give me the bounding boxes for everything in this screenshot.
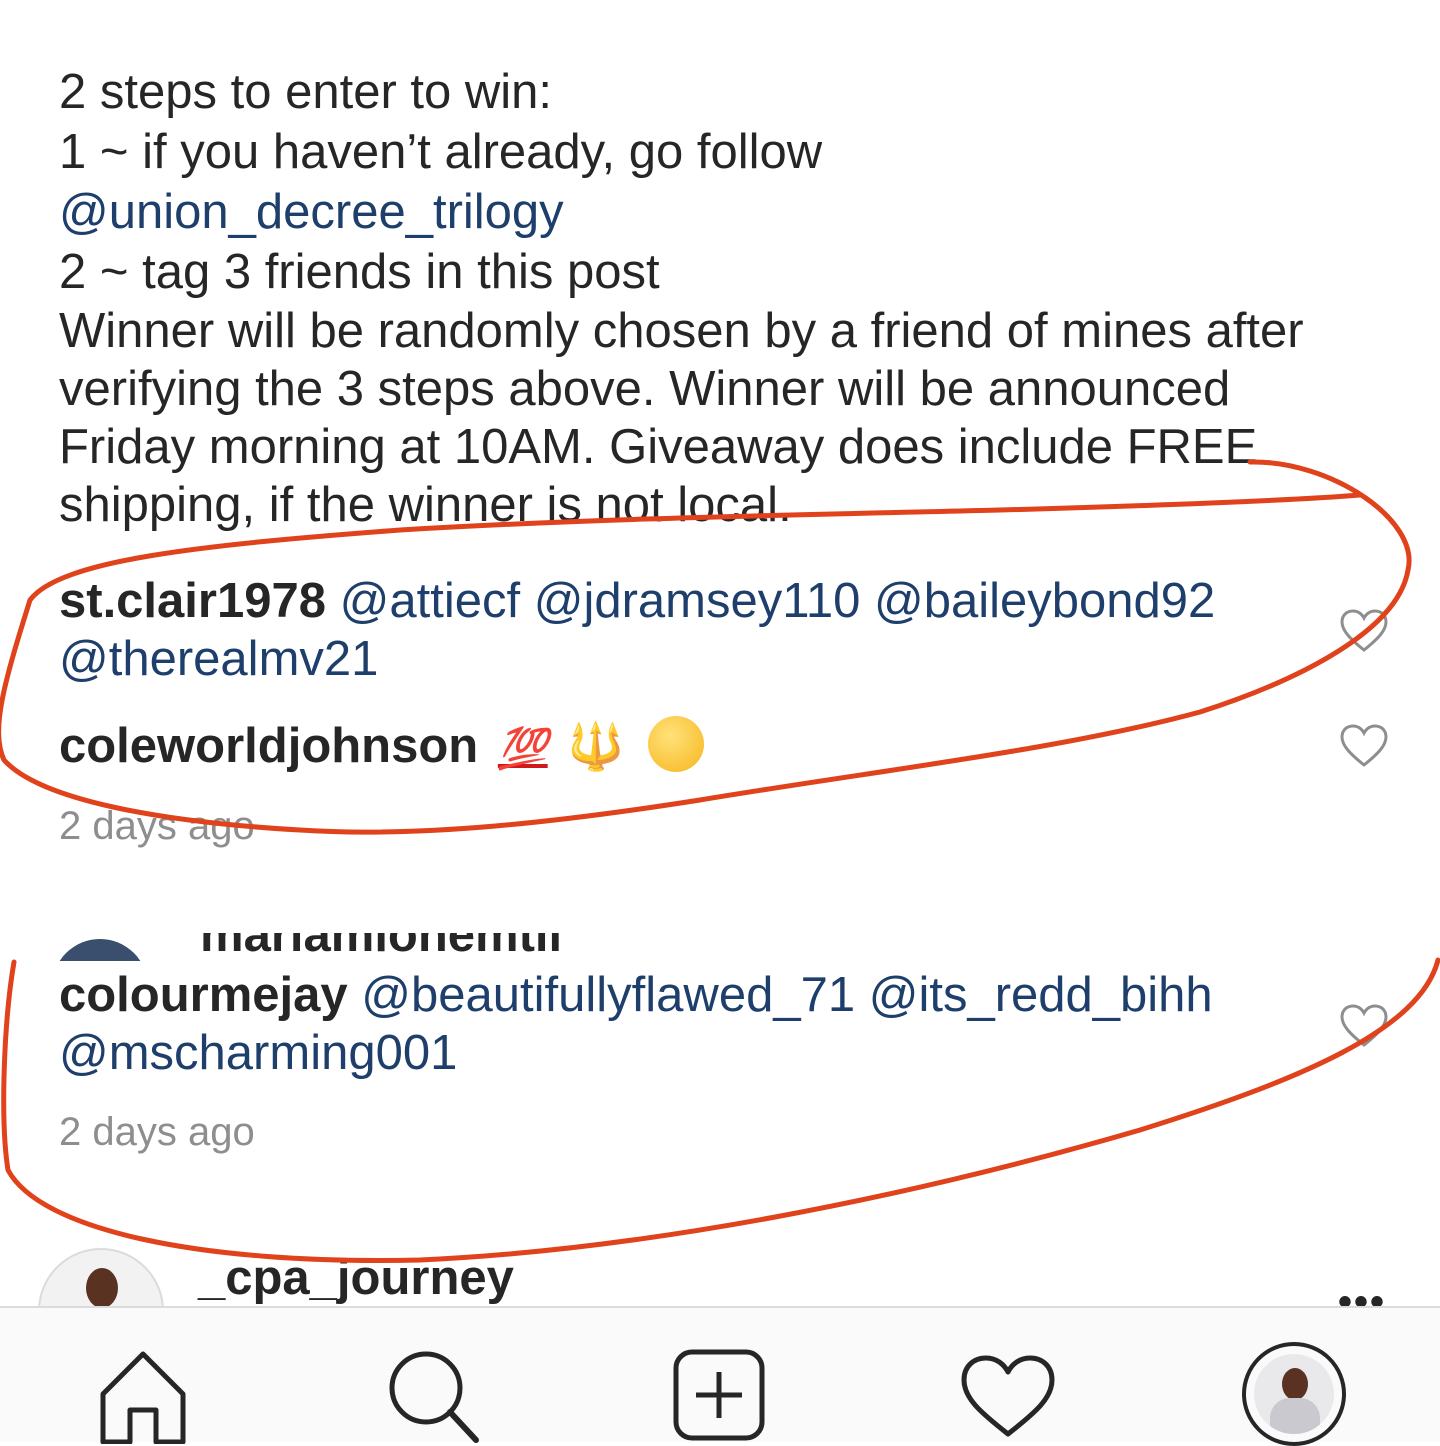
caption-paragraph: Winner will be randomly chosen by a frie… — [59, 304, 1304, 532]
new-post-icon[interactable] — [672, 1348, 768, 1444]
profile-avatar[interactable] — [1242, 1342, 1346, 1446]
home-icon[interactable] — [98, 1348, 188, 1444]
next-comment-row: _cpa_journey ••• — [0, 1244, 1440, 1306]
comment-mention[interactable]: @jdramsey110 — [534, 574, 861, 628]
bottom-tab-bar — [0, 1306, 1440, 1446]
caption-line-3: 2 ~ tag 3 friends in this post — [59, 245, 660, 299]
comment-username[interactable]: mariamlonemtii — [200, 933, 562, 961]
comment-username[interactable]: coleworldjohnson — [59, 719, 478, 773]
comment-mention[interactable]: @beautifullyflawed_71 — [361, 968, 855, 1022]
caption-line-2: 1 ~ if you haven’t already, go follow — [59, 125, 823, 179]
comment-timestamp: 2 days ago — [59, 1110, 255, 1154]
comment-username[interactable]: _cpa_journey — [198, 1250, 514, 1306]
more-options-icon[interactable]: ••• — [1338, 1280, 1386, 1306]
comment-mention[interactable]: @attiecf — [340, 574, 520, 628]
caption-line-1: 2 steps to enter to win: — [59, 65, 552, 119]
comment-st-clair: st.clair1978 @attiecf @jdramsey110 @bail… — [59, 572, 1319, 688]
comment-timestamp: 2 days ago — [59, 804, 255, 848]
partial-comment-strip: mariamlonemtii — [0, 933, 1440, 961]
hundred-emoji-icon: 💯 — [497, 726, 548, 772]
trident-emoji-icon: 🔱 — [567, 719, 625, 773]
drooling-face-emoji-icon — [648, 716, 705, 772]
like-heart-icon[interactable] — [1339, 1003, 1389, 1049]
comment-mention[interactable]: @therealmv21 — [59, 632, 378, 686]
comment-mention[interactable]: @mscharming001 — [59, 1026, 457, 1080]
comment-coleworldjohnson: coleworldjohnson 💯 🔱 — [59, 716, 1319, 778]
comment-username[interactable]: colourmejay — [59, 968, 348, 1022]
comment-colourmejay: colourmejay @beautifullyflawed_71 @its_r… — [59, 966, 1319, 1082]
like-heart-icon[interactable] — [1339, 608, 1389, 654]
avatar[interactable] — [52, 939, 148, 961]
caption-mention-link[interactable]: @union_decree_trilogy — [59, 182, 1319, 242]
post-caption: 2 steps to enter to win: 1 ~ if you have… — [59, 62, 1319, 534]
comment-mention[interactable]: @its_redd_bihh — [869, 968, 1213, 1022]
activity-heart-icon[interactable] — [960, 1354, 1056, 1440]
search-icon[interactable] — [384, 1348, 480, 1444]
comment-mention[interactable]: @baileybond92 — [874, 574, 1215, 628]
like-heart-icon[interactable] — [1339, 723, 1389, 769]
avatar[interactable] — [38, 1248, 164, 1306]
comment-username[interactable]: st.clair1978 — [59, 574, 326, 628]
